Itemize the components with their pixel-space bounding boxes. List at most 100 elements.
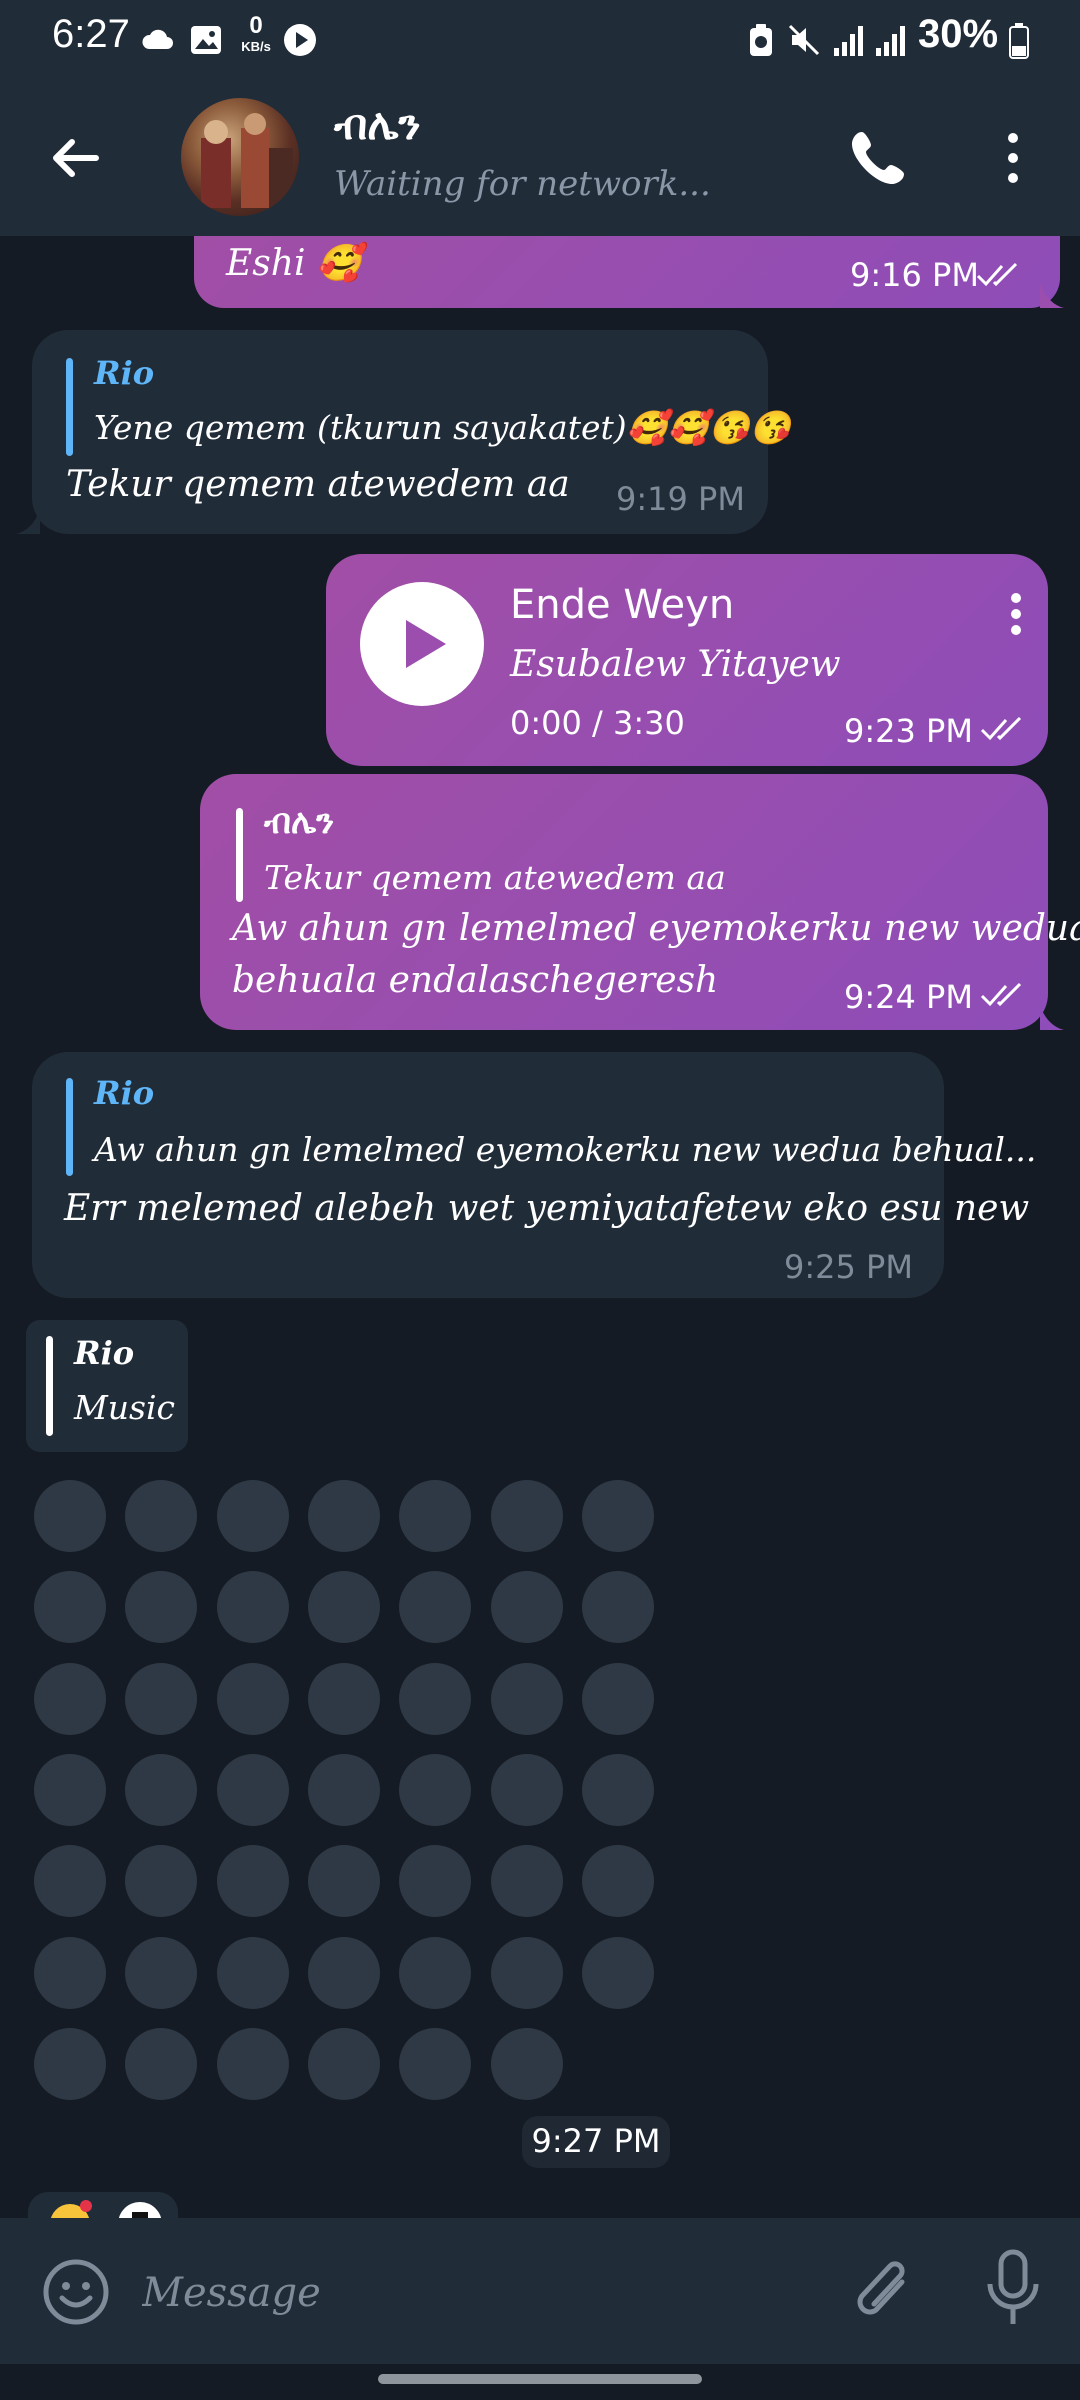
sticker-placeholder	[34, 1753, 106, 1826]
double-check-icon	[980, 982, 1022, 1007]
back-arrow-icon[interactable]	[38, 120, 114, 196]
image-icon	[191, 26, 221, 54]
cloud-icon	[142, 29, 173, 49]
sticker-placeholder	[581, 1480, 654, 1552]
sticker-placeholder	[125, 1936, 198, 2009]
message-time: 9:24 PM	[844, 978, 973, 1016]
sticker-placeholder	[490, 1753, 563, 1826]
message-bubble-outgoing[interactable]: Eshi 🥰 9:16 PM	[194, 236, 1060, 308]
avatar[interactable]	[181, 98, 299, 216]
sticker-placeholder	[581, 1753, 654, 1826]
reply-accent-bar	[66, 1078, 73, 1176]
message-input[interactable]	[142, 2258, 802, 2328]
play-button[interactable]	[360, 582, 484, 706]
sticker-placeholder	[216, 1662, 289, 1735]
audio-title: Ende Weyn	[510, 582, 735, 628]
sticker-placeholder	[490, 1845, 563, 1918]
message-text: Tekur qemem atewedem aa	[66, 464, 570, 505]
status-bar: 6:27 0 KB/s 30%	[0, 0, 1080, 80]
message-bubble-incoming[interactable]: Rio Yene qemem (tkurun sayakatet)🥰🥰😘😘 Te…	[32, 330, 791, 534]
sticker-placeholder	[399, 1571, 472, 1644]
message-text-line-1: Aw ahun gn lemelmed eyemokerku new wedua	[232, 908, 1080, 949]
reply-text: Yene qemem (tkurun sayakatet)🥰🥰😘😘	[94, 408, 792, 447]
sticker-placeholder	[399, 1936, 472, 2009]
reply-accent-bar	[66, 358, 73, 456]
audio-progress: 0:00 / 3:30	[510, 704, 685, 742]
more-vert-icon[interactable]	[996, 126, 1030, 190]
sticker-placeholder	[34, 1845, 106, 1918]
reply-text: Tekur qemem atewedem aa	[264, 858, 726, 897]
sticker-placeholder	[581, 1662, 654, 1735]
message-time: 9:16 PM	[850, 256, 979, 294]
play-icon	[406, 620, 446, 668]
time-chip-text: 9:27 PM	[531, 2122, 661, 2160]
sticker-placeholder	[125, 1662, 198, 1735]
sticker-placeholder	[581, 1571, 654, 1644]
sticker-placeholder	[34, 2027, 106, 2100]
battery-percentage: 30%	[918, 12, 999, 56]
sticker-placeholder	[399, 1845, 472, 1918]
double-check-icon	[980, 716, 1022, 741]
sticker-loading-grid[interactable]	[34, 1480, 664, 2100]
reply-name: Rio	[94, 354, 155, 392]
sticker-reply-header[interactable]: Rio Music	[26, 1320, 188, 1452]
message-bubble-outgoing[interactable]: ብሌን Tekur qemem atewedem aa Aw ahun gn l…	[200, 774, 1080, 1030]
sticker-placeholder	[125, 1753, 198, 1826]
network-speed-unit: KB/s	[241, 39, 271, 54]
sticker-placeholder	[216, 1571, 289, 1644]
sticker-placeholder	[125, 1480, 198, 1552]
message-time: 9:25 PM	[784, 1248, 913, 1286]
sticker-placeholder	[34, 1662, 106, 1735]
sticker-placeholder	[34, 1480, 106, 1552]
home-indicator[interactable]	[378, 2374, 702, 2384]
sticker-placeholder	[216, 1845, 289, 1918]
chat-header: ብሌን Waiting for network...	[0, 80, 1080, 236]
bubble-tail-outgoing	[1040, 1006, 1064, 1030]
sticker-placeholder	[34, 1936, 106, 2009]
message-text: Eshi 🥰	[226, 243, 362, 284]
message-bubble-incoming[interactable]: Rio Aw ahun gn lemelmed eyemokerku new w…	[32, 1052, 1036, 1298]
sticker-placeholder	[399, 1662, 472, 1735]
double-check-icon	[976, 262, 1018, 287]
reply-accent-bar	[46, 1336, 53, 1436]
sticker-placeholder	[307, 1571, 380, 1644]
audio-performer: Esubalew Yitayew	[510, 644, 841, 685]
attach-icon[interactable]	[850, 2252, 916, 2330]
reply-text: Music	[74, 1388, 176, 1427]
sticker-placeholder	[216, 1480, 289, 1552]
sticker-placeholder	[581, 1845, 654, 1918]
message-input-bar	[0, 2218, 1080, 2364]
sticker-placeholder	[34, 1571, 106, 1644]
chat-status: Waiting for network...	[334, 164, 711, 204]
mute-icon	[788, 24, 820, 56]
sticker-placeholder	[307, 1936, 380, 2009]
message-text: Err melemed alebeh wet yemiyatafetew eko…	[64, 1188, 1030, 1229]
battery-icon	[1009, 23, 1029, 59]
sticker-placeholder	[125, 1845, 198, 1918]
reply-name: Rio	[74, 1334, 135, 1372]
sticker-placeholder	[307, 1662, 380, 1735]
signal-icon-2	[876, 26, 905, 56]
sticker-placeholder	[490, 1571, 563, 1644]
sticker-placeholder	[125, 1571, 198, 1644]
sticker-placeholder	[216, 1936, 289, 2009]
phone-icon[interactable]	[846, 126, 910, 190]
sticker-placeholder	[581, 1936, 654, 2009]
audio-message-bubble[interactable]: Ende Weyn Esubalew Yitayew 0:00 / 3:30 9…	[326, 554, 1048, 766]
network-speed: 0 KB/s	[236, 12, 276, 54]
network-speed-value: 0	[249, 12, 263, 39]
reply-accent-bar	[236, 808, 243, 902]
avatar-image	[201, 113, 293, 208]
sticker-placeholder	[490, 1480, 563, 1552]
emoji-icon[interactable]	[42, 2258, 110, 2326]
chat-title[interactable]: ብሌን	[334, 100, 421, 150]
mic-icon[interactable]	[982, 2248, 1044, 2332]
sticker-placeholder	[490, 1662, 563, 1735]
media-playing-icon	[284, 24, 316, 56]
sticker-placeholder	[490, 1936, 563, 2009]
audio-more-icon[interactable]	[1006, 590, 1026, 638]
sticker-placeholder	[125, 2027, 198, 2100]
sticker-placeholder	[307, 2027, 380, 2100]
sticker-placeholder	[307, 1753, 380, 1826]
message-text-line-2: behuala endalaschegeresh	[232, 960, 719, 1001]
